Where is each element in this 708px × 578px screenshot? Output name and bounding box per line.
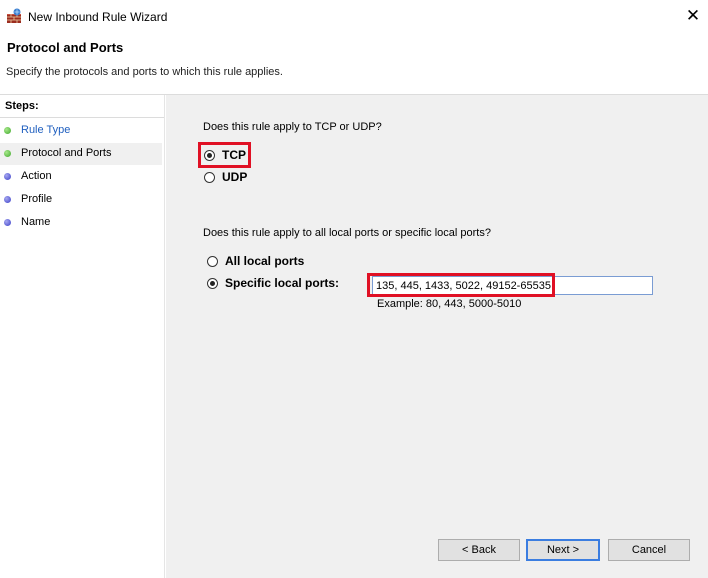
step-rule-type[interactable]: Rule Type — [0, 120, 162, 142]
title-bar: New Inbound Rule Wizard ✕ — [0, 0, 708, 32]
step-pending-icon — [4, 173, 11, 180]
step-protocol-and-ports[interactable]: Protocol and Ports — [0, 143, 162, 165]
close-button[interactable]: ✕ — [680, 4, 706, 28]
steps-sidebar: Steps: Rule Type Protocol and Ports Acti… — [0, 95, 165, 578]
back-button[interactable]: < Back — [438, 539, 520, 561]
specific-local-ports-label[interactable]: Specific local ports: — [225, 276, 339, 290]
specific-local-ports-radio[interactable] — [207, 278, 218, 289]
close-icon: ✕ — [685, 6, 701, 25]
step-label: Action — [21, 170, 52, 182]
all-local-ports-radio[interactable] — [207, 256, 218, 267]
steps-heading-label: Steps: — [5, 100, 39, 112]
ports-question: Does this rule apply to all local ports … — [203, 227, 491, 239]
step-profile: Profile — [0, 189, 162, 211]
protocol-question: Does this rule apply to TCP or UDP? — [203, 121, 382, 133]
step-label: Protocol and Ports — [21, 147, 112, 159]
udp-radio[interactable] — [204, 172, 215, 183]
tcp-radio[interactable] — [204, 150, 215, 161]
step-label: Name — [21, 216, 51, 228]
step-pending-icon — [4, 219, 11, 226]
wizard-header: Protocol and Ports Specify the protocols… — [0, 32, 708, 95]
steps-heading: Steps: — [0, 97, 164, 118]
step-complete-icon — [4, 127, 11, 134]
step-label: Rule Type — [21, 124, 71, 136]
all-local-ports-label[interactable]: All local ports — [225, 254, 304, 268]
step-label: Profile — [21, 193, 53, 205]
page-title: Protocol and Ports — [7, 40, 124, 55]
window-title: New Inbound Rule Wizard — [28, 10, 168, 24]
step-pending-icon — [4, 196, 11, 203]
step-name: Name — [0, 212, 162, 234]
cancel-button[interactable]: Cancel — [608, 539, 690, 561]
tcp-label[interactable]: TCP — [222, 148, 246, 162]
next-button[interactable]: Next > — [526, 539, 600, 561]
ports-example-text: Example: 80, 443, 5000-5010 — [377, 298, 522, 310]
udp-label[interactable]: UDP — [222, 170, 247, 184]
step-current-icon — [4, 150, 11, 157]
firewall-icon — [7, 8, 21, 23]
page-subtitle: Specify the protocols and ports to which… — [6, 66, 283, 78]
ports-highlight-box — [367, 273, 555, 297]
step-action: Action — [0, 166, 162, 188]
